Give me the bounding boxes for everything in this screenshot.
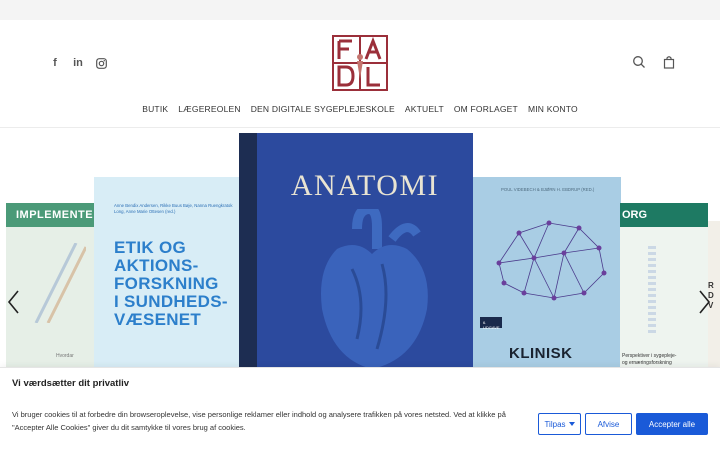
nav-om-forlaget[interactable]: OM FORLAGET (454, 104, 518, 114)
top-bar (0, 0, 720, 20)
main-navigation: BUTIK LÆGEREOLEN DEN DIGITALE SYGEPLEJES… (0, 104, 720, 114)
search-icon[interactable] (632, 55, 648, 71)
nav-min-konto[interactable]: MIN KONTO (528, 104, 578, 114)
linkedin-icon[interactable]: in (71, 56, 85, 70)
book-title: ANATOMI (290, 169, 440, 202)
edition-badge: 6. UDGAVE (480, 317, 502, 330)
customize-button[interactable]: Tilpas (538, 413, 581, 435)
heart-illustration (321, 209, 428, 369)
carousel-prev-arrow-icon[interactable] (6, 289, 20, 315)
brain-network-graphic (496, 220, 607, 301)
title-line: VÆSENET (114, 310, 202, 329)
nav-digitale-sygeplejeskole[interactable]: DEN DIGITALE SYGEPLEJESKOLE (251, 104, 395, 114)
nav-aktuelt[interactable]: AKTUELT (405, 104, 444, 114)
cookie-consent-banner: Vi værdsætter dit privatliv Vi bruger co… (0, 367, 720, 450)
subtitle-line: og ernæringsforskning (622, 360, 672, 366)
nav-laegereolen[interactable]: LÆGEREOLEN (178, 104, 240, 114)
book-title: ORG (620, 203, 708, 227)
book-subtitle: Perspektiver i sygepleje- og ernæringsfo… (622, 353, 676, 367)
book-authors: Anne Bendix Andersen, Rikke Buus Bøje, N… (114, 203, 233, 214)
site-header: f in BUTIK LÆGEREOLEN DEN DIGITALE SYGEP… (0, 20, 720, 128)
book-spine (239, 133, 257, 369)
book-cover-etik[interactable]: Anne Bendix Andersen, Rikke Buus Bøje, N… (94, 177, 240, 369)
instagram-icon[interactable] (94, 56, 108, 70)
book-title: IMPLEMENTE (6, 203, 96, 227)
book-cover-klinisk[interactable]: POUL VIDEBECH & BJØRN H. EBDRUP (RED.) 6… (473, 177, 621, 369)
reject-button[interactable]: Afvise (585, 413, 632, 435)
chevron-down-icon (568, 422, 575, 426)
book-title: KLINISK (509, 345, 573, 362)
social-links: f in (48, 56, 108, 70)
accept-all-button[interactable]: Accepter alle (636, 413, 708, 435)
header-actions (632, 55, 678, 71)
title-line: AKTIONS- (114, 256, 199, 275)
cover-graphic (648, 243, 656, 333)
subtitle-line: Perspektiver i sygepleje- (622, 353, 677, 359)
shopping-bag-icon[interactable] (662, 55, 678, 71)
book-cover-implementering[interactable]: IMPLEMENTE Hvordar (6, 203, 96, 369)
facebook-icon[interactable]: f (48, 56, 62, 70)
book-snippet: Hvordar (56, 353, 74, 359)
book-cover-anatomi[interactable]: ANATOMI (239, 133, 473, 369)
title-line: ETIK OG (114, 238, 186, 257)
cookie-heading: Vi værdsætter dit privatliv (12, 378, 130, 389)
nav-butik[interactable]: BUTIK (142, 104, 168, 114)
book-cover-org[interactable]: ORG Perspektiver i sygepleje- og ernærin… (620, 203, 708, 369)
title-line: I SUNDHEDS- (114, 292, 228, 311)
cookie-text: Vi bruger cookies til at forbedre din br… (12, 410, 506, 432)
customize-label: Tilpas (544, 419, 566, 429)
cover-graphic (34, 243, 86, 323)
fadl-logo[interactable] (332, 35, 388, 91)
book-carousel: IMPLEMENTE Hvordar Anne Bendix Andersen,… (0, 129, 720, 369)
book-title: ETIK OG AKTIONS- FORSKNING I SUNDHEDS- V… (114, 239, 228, 329)
carousel-next-arrow-icon[interactable] (698, 289, 712, 315)
book-authors: POUL VIDEBECH & BJØRN H. EBDRUP (RED.) (501, 187, 595, 192)
title-line: FORSKNING (114, 274, 219, 293)
